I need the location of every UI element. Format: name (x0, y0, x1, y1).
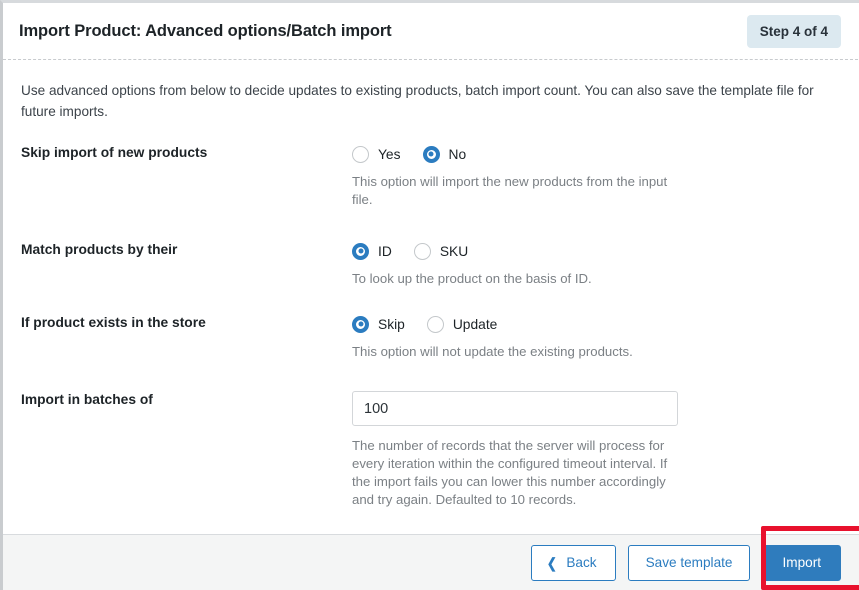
option-row-match-products: Match products by their ID SKU To look u… (21, 241, 841, 288)
radio-circle-selected-icon[interactable] (352, 242, 369, 260)
radio-circle-selected-icon[interactable] (422, 145, 440, 163)
option-label: If product exists in the store (21, 315, 206, 330)
radio-option-label: Update (452, 316, 498, 332)
batch-size-control: The number of records that the server wi… (352, 391, 841, 509)
radio-option-label: Yes (378, 146, 401, 162)
option-hint: This option will import the new products… (352, 174, 668, 207)
step-badge: Step 4 of 4 (746, 14, 841, 48)
radio-circle-icon[interactable] (352, 145, 369, 163)
dialog-header: Import Product: Advanced options/Batch i… (3, 3, 859, 59)
option-control: Skip Update This option will not update … (352, 314, 841, 361)
radio-group-product-exists: Skip Update (352, 314, 841, 334)
dialog-body: Use advanced options from below to decid… (3, 60, 859, 534)
option-control: Yes No This option will import the new p… (352, 144, 841, 209)
back-button-label: Back (566, 555, 597, 570)
chevron-left-icon: ❮ (546, 554, 557, 571)
radio-group-match-products: ID SKU (352, 241, 841, 261)
save-template-button[interactable]: Save template (627, 544, 751, 581)
radio-option-label: ID (378, 243, 392, 259)
option-hint: This option will not update the existing… (352, 344, 633, 359)
radio-circle-icon[interactable] (426, 315, 444, 333)
import-button[interactable]: Import (762, 544, 841, 581)
option-row-batch-size: Import in batches of The number of recor… (21, 391, 841, 509)
radio-option-yes[interactable]: Yes (352, 145, 401, 163)
option-label: Match products by their (21, 242, 178, 257)
radio-option-no[interactable]: No (422, 145, 467, 163)
import-product-dialog: Import Product: Advanced options/Batch i… (0, 0, 859, 590)
dialog-footer: ❮ Back Save template Import (3, 534, 859, 590)
radio-option-label: SKU (439, 243, 469, 259)
radio-option-label: Skip (378, 316, 405, 332)
radio-option-skip[interactable]: Skip (352, 315, 405, 333)
option-hint: To look up the product on the basis of I… (352, 271, 592, 286)
radio-option-id[interactable]: ID (352, 242, 392, 260)
batch-size-input[interactable] (352, 391, 678, 426)
radio-circle-icon[interactable] (413, 242, 431, 260)
radio-option-sku[interactable]: SKU (413, 242, 469, 260)
radio-group-skip-import: Yes No (352, 144, 841, 164)
batch-size-hint: The number of records that the server wi… (352, 438, 668, 507)
back-button[interactable]: ❮ Back (530, 544, 616, 581)
page-title: Import Product: Advanced options/Batch i… (19, 21, 392, 40)
intro-text: Use advanced options from below to decid… (21, 83, 814, 119)
option-row-product-exists: If product exists in the store Skip Upda… (21, 314, 841, 361)
option-label: Skip import of new products (21, 145, 208, 160)
radio-option-label: No (448, 146, 467, 162)
batch-size-label: Import in batches of (21, 392, 153, 407)
option-control: ID SKU To look up the product on the bas… (352, 241, 841, 288)
radio-option-update[interactable]: Update (426, 315, 498, 333)
option-row-skip-import: Skip import of new products Yes No This … (21, 144, 841, 209)
radio-circle-selected-icon[interactable] (352, 315, 369, 333)
